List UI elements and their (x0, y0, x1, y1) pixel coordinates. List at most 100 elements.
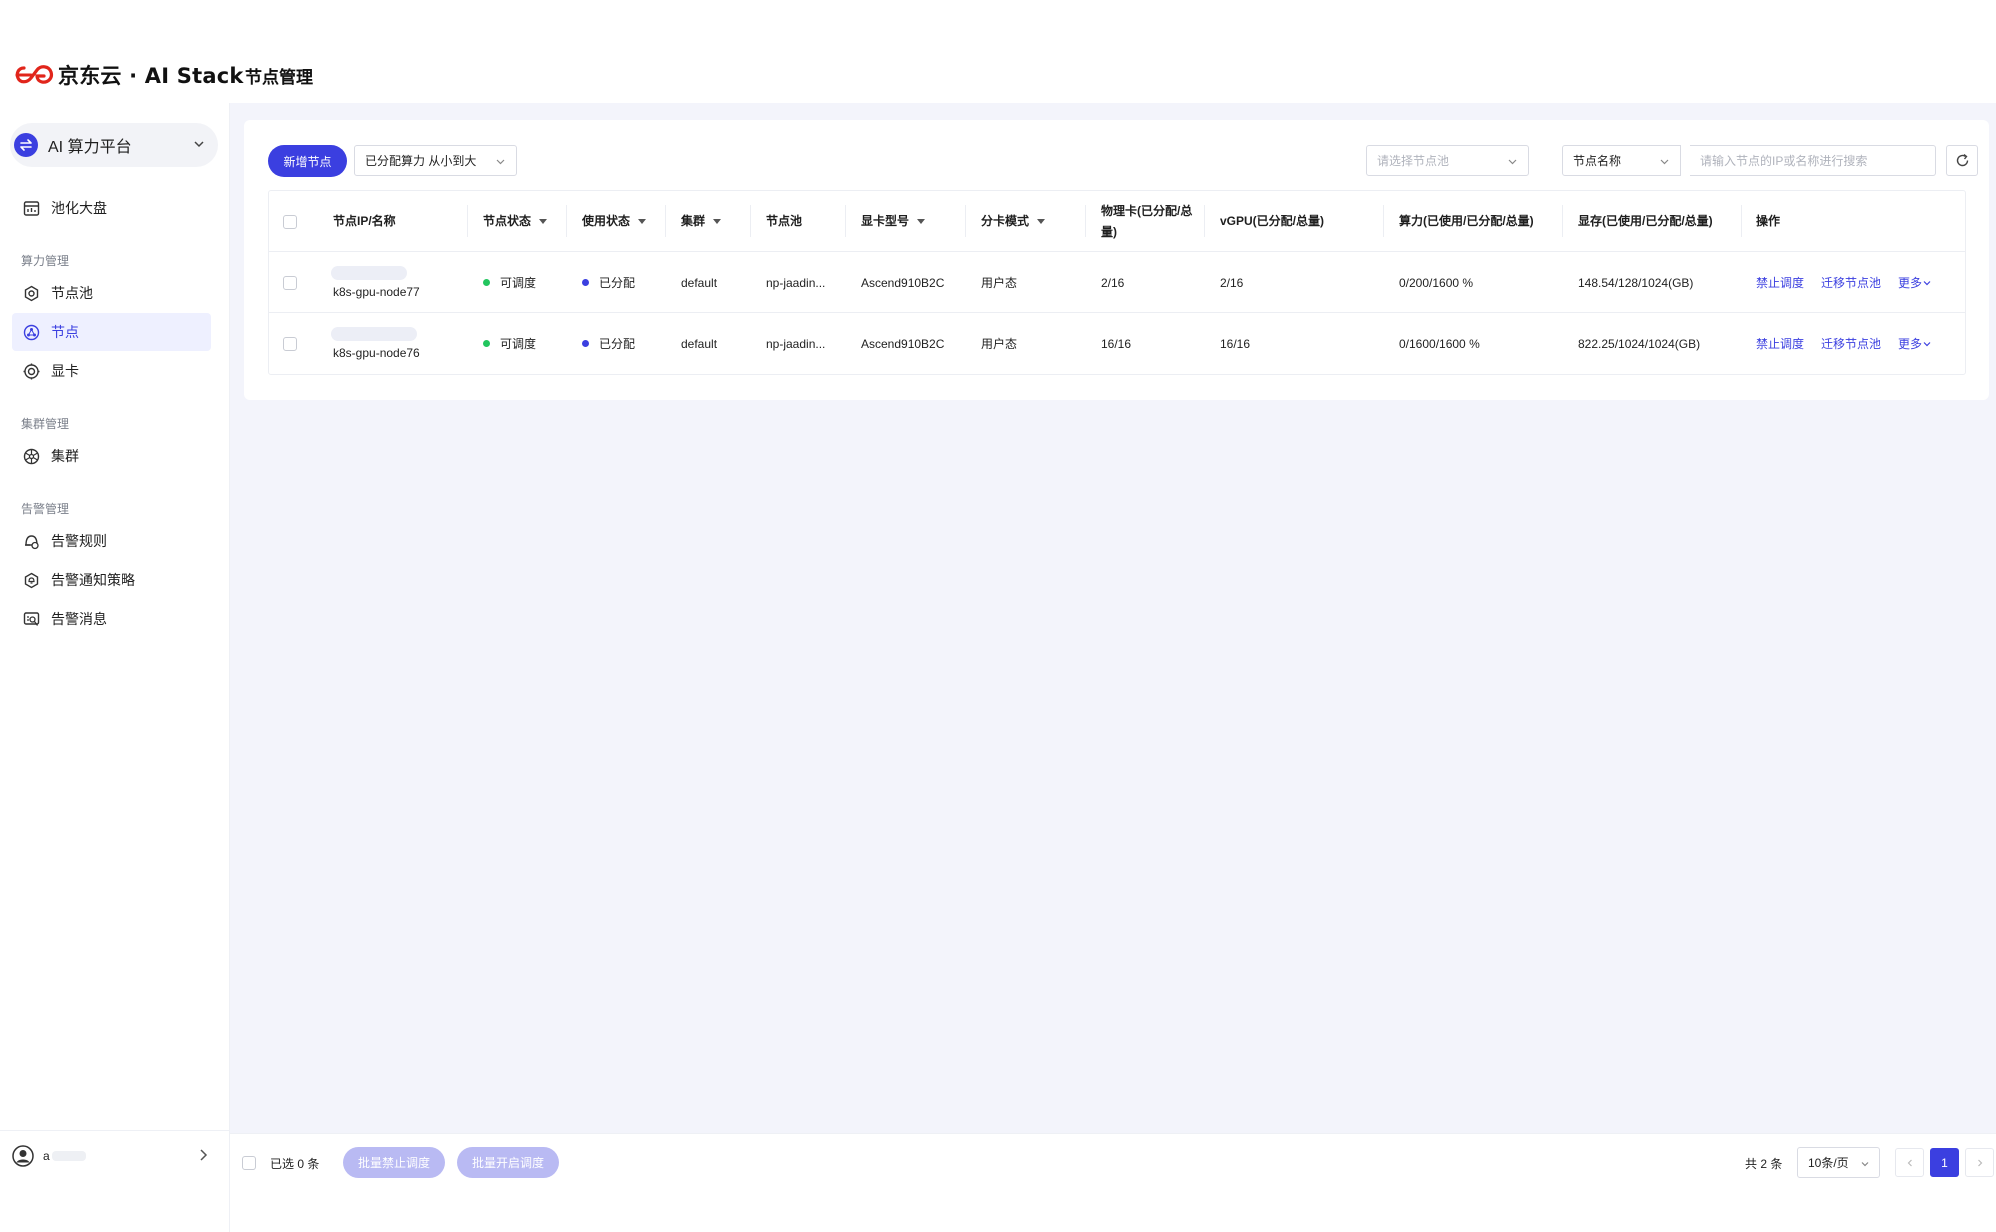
column-divider (665, 205, 666, 237)
alert-rule-icon (22, 532, 40, 550)
sidebar-item-pool-dashboard[interactable]: 池化大盘 (12, 189, 211, 227)
column-divider (750, 205, 751, 237)
node-table: 节点IP/名称 节点状态 使用状态 集群 节点池 显卡型号 分卡模式 物理卡(已… (268, 190, 1966, 375)
more-actions-link[interactable]: 更多 (1898, 335, 1932, 352)
sidebar-item-node-pool[interactable]: 节点池 (12, 274, 211, 312)
selected-count: 已选 0 条 (270, 1157, 320, 1171)
column-header-split-mode[interactable]: 分卡模式 (981, 191, 1046, 252)
migrate-node-pool-link[interactable]: 迁移节点池 (1821, 274, 1881, 291)
migrate-node-pool-link[interactable]: 迁移节点池 (1821, 335, 1881, 352)
platform-switcher[interactable]: AI 算力平台 (10, 123, 218, 167)
column-header-cluster[interactable]: 集群 (681, 191, 722, 252)
gpu-model-cell: Ascend910B2C (861, 336, 945, 351)
column-header-use-status[interactable]: 使用状态 (582, 191, 647, 252)
sort-caret-icon (539, 219, 548, 224)
node-pool-cell: np-jaadin... (766, 275, 826, 290)
node-status-cell: 可调度 (483, 252, 536, 313)
chevron-right-icon[interactable] (197, 1148, 209, 1167)
cluster-icon (22, 447, 40, 465)
main-content: 新增节点 已分配算力 从小到大 请选择节点池 节点名称 请输入节点的IP或名称进… (230, 103, 1996, 1133)
refresh-icon (1956, 153, 1968, 167)
row-checkbox[interactable] (283, 336, 297, 351)
column-divider (1085, 205, 1086, 237)
add-node-button[interactable]: 新增节点 (268, 145, 347, 177)
sidebar-item-notify-policy[interactable]: 告警通知策略 (12, 561, 211, 599)
column-divider (1383, 205, 1384, 237)
search-input[interactable] (1690, 145, 1936, 176)
sort-select[interactable]: 已分配算力 从小到大 (354, 145, 517, 176)
physical-cards-cell: 16/16 (1101, 336, 1132, 351)
column-header-node-status[interactable]: 节点状态 (483, 191, 548, 252)
use-status-cell: 已分配 (582, 252, 635, 313)
more-actions-link[interactable]: 更多 (1898, 274, 1932, 291)
next-page-button[interactable] (1965, 1148, 1994, 1177)
sort-select-value: 已分配算力 从小到大 (365, 154, 477, 168)
select-all-cell (283, 191, 297, 252)
sidebar-item-cluster[interactable]: 集群 (12, 437, 211, 475)
column-header-node-pool: 节点池 (766, 214, 803, 228)
sort-caret-icon (713, 219, 722, 224)
sidebar: AI 算力平台 池化大盘 算力管理 节点池 节点 显卡 集群管理 集群 告警管理… (0, 103, 230, 1232)
logo[interactable]: 京东云 · AI Stack (14, 62, 244, 88)
sidebar-item-label: 池化大盘 (51, 200, 107, 216)
select-all-checkbox[interactable] (283, 214, 297, 229)
actions-cell: 禁止调度 迁移节点池 更多 (1756, 252, 1932, 313)
table-row: k8s-gpu-node77 可调度 已分配 default np-jaadin… (269, 252, 1965, 313)
column-divider (1741, 205, 1742, 237)
disable-scheduling-link[interactable]: 禁止调度 (1756, 274, 1804, 291)
column-header-vgpu: vGPU(已分配/总量) (1220, 214, 1325, 228)
column-divider (1204, 205, 1205, 237)
split-mode-cell: 用户态 (981, 276, 1018, 290)
chevron-down-icon (192, 137, 206, 156)
sidebar-item-label: 告警消息 (51, 611, 107, 627)
hexagon-gear-icon (22, 284, 40, 302)
batch-disable-scheduling-button[interactable]: 批量禁止调度 (343, 1147, 445, 1178)
redacted-node-ip (331, 266, 407, 280)
chevron-right-icon (1977, 1159, 1982, 1166)
chevron-left-icon (1907, 1159, 1912, 1166)
bulk-select-checkbox[interactable] (242, 1156, 256, 1170)
page-number-button[interactable]: 1 (1930, 1148, 1959, 1177)
physical-cards-cell: 2/16 (1101, 275, 1125, 290)
status-dot (582, 340, 589, 347)
dashboard-icon (22, 199, 40, 217)
column-header-gpu-model[interactable]: 显卡型号 (861, 191, 926, 252)
column-header-physical-cards: 物理卡(已分配/总量) (1101, 203, 1193, 239)
status-dot (483, 340, 490, 347)
prev-page-button[interactable] (1895, 1148, 1924, 1177)
app-root: 京东云 · AI Stack 节点管理 AI 算力平台 池化大盘 算力管理 节点… (0, 0, 1996, 1232)
user-menu[interactable]: a (0, 1130, 229, 1180)
compute-cell: 0/200/1600 % (1399, 275, 1474, 290)
nav-group-compute: 算力管理 (21, 254, 70, 268)
row-checkbox[interactable] (283, 275, 297, 290)
search-field-select[interactable]: 节点名称 (1562, 145, 1681, 176)
column-header-memory: 显存(已使用/已分配/总量) (1578, 214, 1713, 228)
platform-label: AI 算力平台 (48, 139, 132, 156)
batch-enable-scheduling-button[interactable]: 批量开启调度 (457, 1147, 559, 1178)
jdcloud-logo-icon (15, 65, 54, 84)
node-list-card: 新增节点 已分配算力 从小到大 请选择节点池 节点名称 请输入节点的IP或名称进… (244, 120, 1989, 400)
disable-scheduling-link[interactable]: 禁止调度 (1756, 335, 1804, 352)
refresh-button[interactable] (1946, 145, 1978, 176)
notify-policy-icon (22, 571, 40, 589)
sidebar-item-label: 告警通知策略 (51, 572, 135, 588)
chevron-down-icon (1659, 156, 1670, 170)
chevron-down-icon (1860, 1158, 1870, 1172)
page-size-select[interactable]: 10条/页 (1797, 1147, 1880, 1178)
node-pool-select[interactable]: 请选择节点池 (1366, 145, 1529, 176)
nav-group-alert: 告警管理 (21, 502, 70, 516)
actions-cell: 禁止调度 迁移节点池 更多 (1756, 313, 1932, 374)
gpu-model-cell: Ascend910B2C (861, 275, 945, 290)
sidebar-item-node[interactable]: 节点 (12, 313, 211, 351)
status-dot (582, 279, 589, 286)
node-name: k8s-gpu-node77 (333, 285, 420, 299)
sidebar-item-label: 节点池 (51, 285, 93, 301)
sidebar-item-alert-rules[interactable]: 告警规则 (12, 522, 211, 560)
cluster-cell: default (681, 275, 718, 290)
vgpu-cell: 2/16 (1220, 275, 1244, 290)
node-icon (22, 323, 40, 341)
vgpu-cell: 16/16 (1220, 336, 1251, 351)
sidebar-item-alert-messages[interactable]: 告警消息 (12, 600, 211, 638)
bulk-action-bar: 已选 0 条 批量禁止调度 批量开启调度 共 2 条 10条/页 1 (230, 1133, 1996, 1189)
sidebar-item-gpu[interactable]: 显卡 (12, 352, 211, 390)
